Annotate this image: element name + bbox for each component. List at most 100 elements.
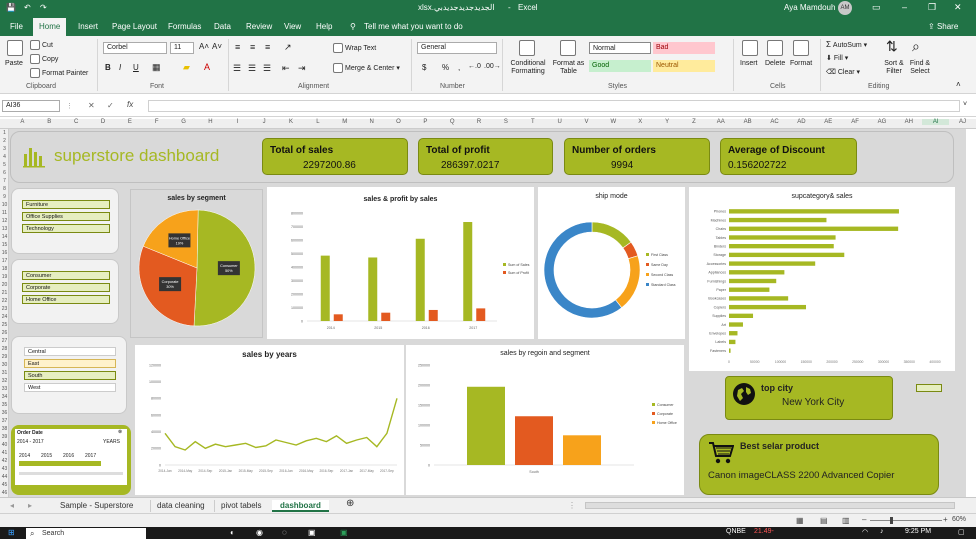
- row-header[interactable]: 36: [0, 409, 9, 417]
- format-button[interactable]: Format: [790, 60, 812, 67]
- tab-view[interactable]: View: [284, 18, 301, 36]
- column-header[interactable]: R: [466, 119, 493, 125]
- zoom-out-icon[interactable]: –: [862, 515, 866, 524]
- row-header[interactable]: 25: [0, 321, 9, 329]
- style-normal[interactable]: Normal: [589, 42, 651, 54]
- tab-help[interactable]: Help: [316, 18, 332, 36]
- style-good[interactable]: Good: [589, 60, 651, 72]
- column-header[interactable]: X: [627, 119, 654, 125]
- row-header[interactable]: 5: [0, 161, 9, 169]
- row-header[interactable]: 16: [0, 249, 9, 257]
- undo-icon[interactable]: ↶: [24, 3, 31, 12]
- collapse-ribbon-icon[interactable]: ˄: [956, 80, 961, 89]
- row-header[interactable]: 9: [0, 193, 9, 201]
- column-header[interactable]: S: [493, 119, 520, 125]
- paste-button[interactable]: Paste: [5, 60, 23, 67]
- slicer-item[interactable]: Corporate: [22, 283, 110, 292]
- column-header[interactable]: AH: [895, 119, 922, 125]
- column-header[interactable]: Z: [681, 119, 708, 125]
- expand-formula-icon[interactable]: ˅: [963, 101, 967, 108]
- column-header[interactable]: I: [224, 119, 251, 125]
- row-header[interactable]: 20: [0, 281, 9, 289]
- tab-review[interactable]: Review: [246, 18, 272, 36]
- autosum-button[interactable]: Σ AutoSum ▾: [826, 40, 867, 49]
- row-header[interactable]: 22: [0, 297, 9, 305]
- save-icon[interactable]: 💾: [6, 3, 16, 12]
- row-header[interactable]: 43: [0, 465, 9, 473]
- tab-insert[interactable]: Insert: [78, 18, 98, 36]
- enter-icon[interactable]: ✓: [107, 101, 114, 110]
- cut-button[interactable]: Cut: [30, 40, 53, 50]
- conditional-formatting-icon[interactable]: [519, 40, 535, 56]
- horizontal-scrollbar[interactable]: [585, 502, 955, 509]
- row-header[interactable]: 42: [0, 457, 9, 465]
- row-header[interactable]: 46: [0, 489, 9, 497]
- italic-button[interactable]: I: [119, 63, 121, 72]
- prev-sheet-icon[interactable]: ◂: [10, 500, 14, 512]
- row-header[interactable]: 11: [0, 209, 9, 217]
- column-header[interactable]: D: [90, 119, 117, 125]
- copy-button[interactable]: Copy: [30, 54, 58, 64]
- timeline-order-date[interactable]: Order Date ⊗ 2014 - 2017 YEARS 2014 2015…: [15, 429, 127, 485]
- row-header[interactable]: 28: [0, 345, 9, 353]
- function-icon[interactable]: fx: [127, 100, 133, 109]
- small-shape[interactable]: [916, 384, 942, 392]
- row-header[interactable]: 6: [0, 169, 9, 177]
- column-header[interactable]: AE: [815, 119, 842, 125]
- slicer-item[interactable]: Technology: [22, 224, 110, 233]
- sheet-tab[interactable]: Sample - Superstore: [60, 500, 133, 512]
- slicer-item[interactable]: Home Office: [22, 295, 110, 304]
- tab-data[interactable]: Data: [214, 18, 231, 36]
- row-header[interactable]: 27: [0, 337, 9, 345]
- borders-icon[interactable]: ▦: [152, 62, 161, 73]
- column-header[interactable]: AB: [734, 119, 761, 125]
- row-header[interactable]: 17: [0, 257, 9, 265]
- row-header[interactable]: 2: [0, 137, 9, 145]
- column-header[interactable]: K: [278, 119, 305, 125]
- decrease-indent-icon[interactable]: ⇤: [282, 63, 290, 74]
- normal-view-icon[interactable]: ▦: [796, 516, 804, 525]
- chart-ship-mode[interactable]: ship mode First Class Same Day Second Clas…: [538, 187, 685, 339]
- column-header[interactable]: B: [36, 119, 63, 125]
- row-header[interactable]: 37: [0, 417, 9, 425]
- font-name-select[interactable]: Corbel: [103, 42, 167, 54]
- column-header[interactable]: E: [116, 119, 143, 125]
- align-center-icon[interactable]: ☰: [248, 63, 256, 74]
- style-neutral[interactable]: Neutral: [653, 60, 715, 72]
- row-header[interactable]: 23: [0, 305, 9, 313]
- row-header[interactable]: 19: [0, 273, 9, 281]
- column-header[interactable]: C: [63, 119, 90, 125]
- column-header[interactable]: AD: [788, 119, 815, 125]
- column-header[interactable]: G: [170, 119, 197, 125]
- column-header[interactable]: AA: [707, 119, 734, 125]
- slicer-item[interactable]: Furniture: [22, 200, 110, 209]
- slicer-item[interactable]: Consumer: [22, 271, 110, 280]
- tab-file[interactable]: File: [10, 18, 23, 36]
- row-header[interactable]: 30: [0, 361, 9, 369]
- delete-cells-icon[interactable]: [767, 40, 783, 56]
- row-header[interactable]: 32: [0, 377, 9, 385]
- sheet-tab[interactable]: data cleaning: [150, 500, 205, 512]
- insert-cells-icon[interactable]: [742, 40, 758, 56]
- column-header[interactable]: M: [331, 119, 358, 125]
- fill-button[interactable]: ⬇ Fill ▾: [826, 54, 848, 62]
- page-layout-icon[interactable]: ▤: [820, 516, 828, 525]
- sort-filter-button[interactable]: Sort & Filter: [881, 60, 907, 76]
- column-header[interactable]: F: [143, 119, 170, 125]
- clear-filter-icon[interactable]: ⊗: [118, 429, 122, 435]
- wifi-icon[interactable]: ◠: [862, 528, 868, 536]
- search-icon[interactable]: ⌕: [912, 38, 920, 55]
- conditional-formatting-button[interactable]: Conditional Formatting: [508, 60, 548, 76]
- row-header[interactable]: 38: [0, 425, 9, 433]
- column-header[interactable]: O: [385, 119, 412, 125]
- column-header[interactable]: AC: [761, 119, 788, 125]
- sheet-tab[interactable]: pivot tabels: [214, 500, 261, 512]
- format-as-table-button[interactable]: Format as Table: [551, 60, 586, 76]
- orientation-icon[interactable]: ↗: [284, 42, 292, 53]
- row-header[interactable]: 33: [0, 385, 9, 393]
- format-as-table-icon[interactable]: [560, 40, 576, 56]
- align-left-icon[interactable]: ☰: [233, 63, 241, 74]
- column-header[interactable]: AI: [922, 119, 950, 125]
- whatsapp-icon[interactable]: ◌: [282, 528, 287, 537]
- clear-button[interactable]: ⌫ Clear ▾: [826, 68, 860, 76]
